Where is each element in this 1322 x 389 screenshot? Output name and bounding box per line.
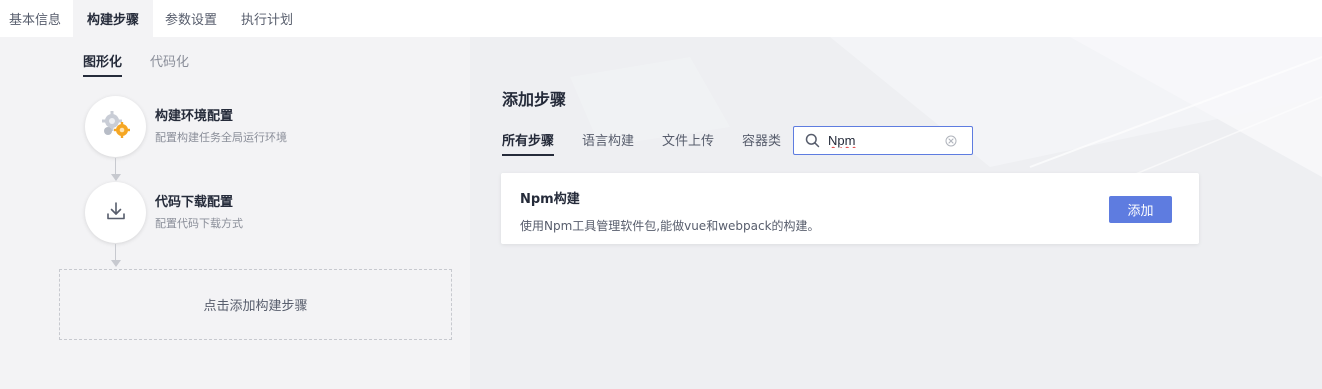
step-circle: [85, 182, 146, 243]
connector-line: [115, 158, 116, 175]
step-title: 构建环境配置: [155, 109, 234, 124]
step-description: 配置构建任务全局运行环境: [155, 131, 287, 144]
search-input[interactable]: [828, 133, 938, 148]
step-circle: [85, 96, 146, 157]
search-icon: [804, 133, 820, 149]
add-step-panel: 添加步骤 所有步骤 语言构建 文件上传 容器类 Npm构建 使用Npm工具管理软…: [470, 37, 1322, 389]
step-category-tabs: 所有步骤 语言构建 文件上传 容器类: [502, 130, 781, 156]
tab-file-upload[interactable]: 文件上传: [662, 130, 714, 156]
tab-build-steps[interactable]: 构建步骤: [73, 0, 154, 37]
view-mode-tabs: 图形化 代码化: [83, 51, 189, 77]
add-build-step-area[interactable]: 点击添加构建步骤: [59, 269, 452, 340]
step-title: 代码下载配置: [155, 195, 234, 210]
step-flow-panel: 图形化 代码化 构建环境配置 配置构建任务全局运行环境 代码下载配置 配置代码下…: [0, 37, 470, 389]
tab-parameters[interactable]: 参数设置: [153, 0, 229, 37]
result-title: Npm构建: [520, 192, 580, 207]
add-step-button[interactable]: 添加: [1109, 196, 1172, 223]
tab-execution-plan[interactable]: 执行计划: [229, 0, 305, 37]
tab-basic-info[interactable]: 基本信息: [0, 0, 73, 37]
tab-language-build[interactable]: 语言构建: [582, 130, 634, 156]
panel-title: 添加步骤: [502, 90, 567, 109]
arrow-down-icon: [111, 260, 121, 267]
step-description: 配置代码下载方式: [155, 217, 243, 230]
tab-all-steps[interactable]: 所有步骤: [502, 130, 555, 156]
result-description: 使用Npm工具管理软件包,能做vue和webpack的构建。: [520, 219, 820, 233]
tab-container[interactable]: 容器类: [742, 130, 781, 156]
download-icon: [105, 200, 127, 226]
tab-code[interactable]: 代码化: [150, 51, 189, 77]
step-build-env[interactable]: 构建环境配置 配置构建任务全局运行环境: [85, 96, 287, 157]
step-code-download[interactable]: 代码下载配置 配置代码下载方式: [85, 182, 243, 243]
tab-graphical[interactable]: 图形化: [83, 51, 123, 77]
step-search-box: [793, 126, 973, 155]
connector-line: [115, 244, 116, 261]
step-result-card: Npm构建 使用Npm工具管理软件包,能做vue和webpack的构建。 添加: [501, 173, 1199, 244]
top-tab-bar: 基本信息 构建步骤 参数设置 执行计划: [0, 0, 1322, 37]
clear-icon[interactable]: [944, 134, 958, 148]
arrow-down-icon: [111, 174, 121, 181]
gear-cluster-icon: [98, 107, 134, 147]
